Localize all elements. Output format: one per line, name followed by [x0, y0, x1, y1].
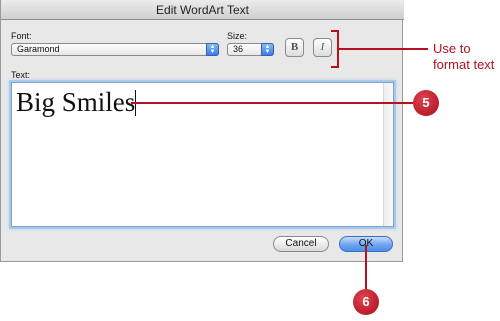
step-5-badge: 5 — [413, 90, 439, 116]
step-6-badge: 6 — [353, 289, 379, 315]
format-text-callout: Use to format text — [433, 41, 494, 73]
format-callout-text: Use to format text — [433, 41, 495, 72]
callout-lines — [131, 30, 428, 289]
format-bracket — [331, 30, 339, 68]
